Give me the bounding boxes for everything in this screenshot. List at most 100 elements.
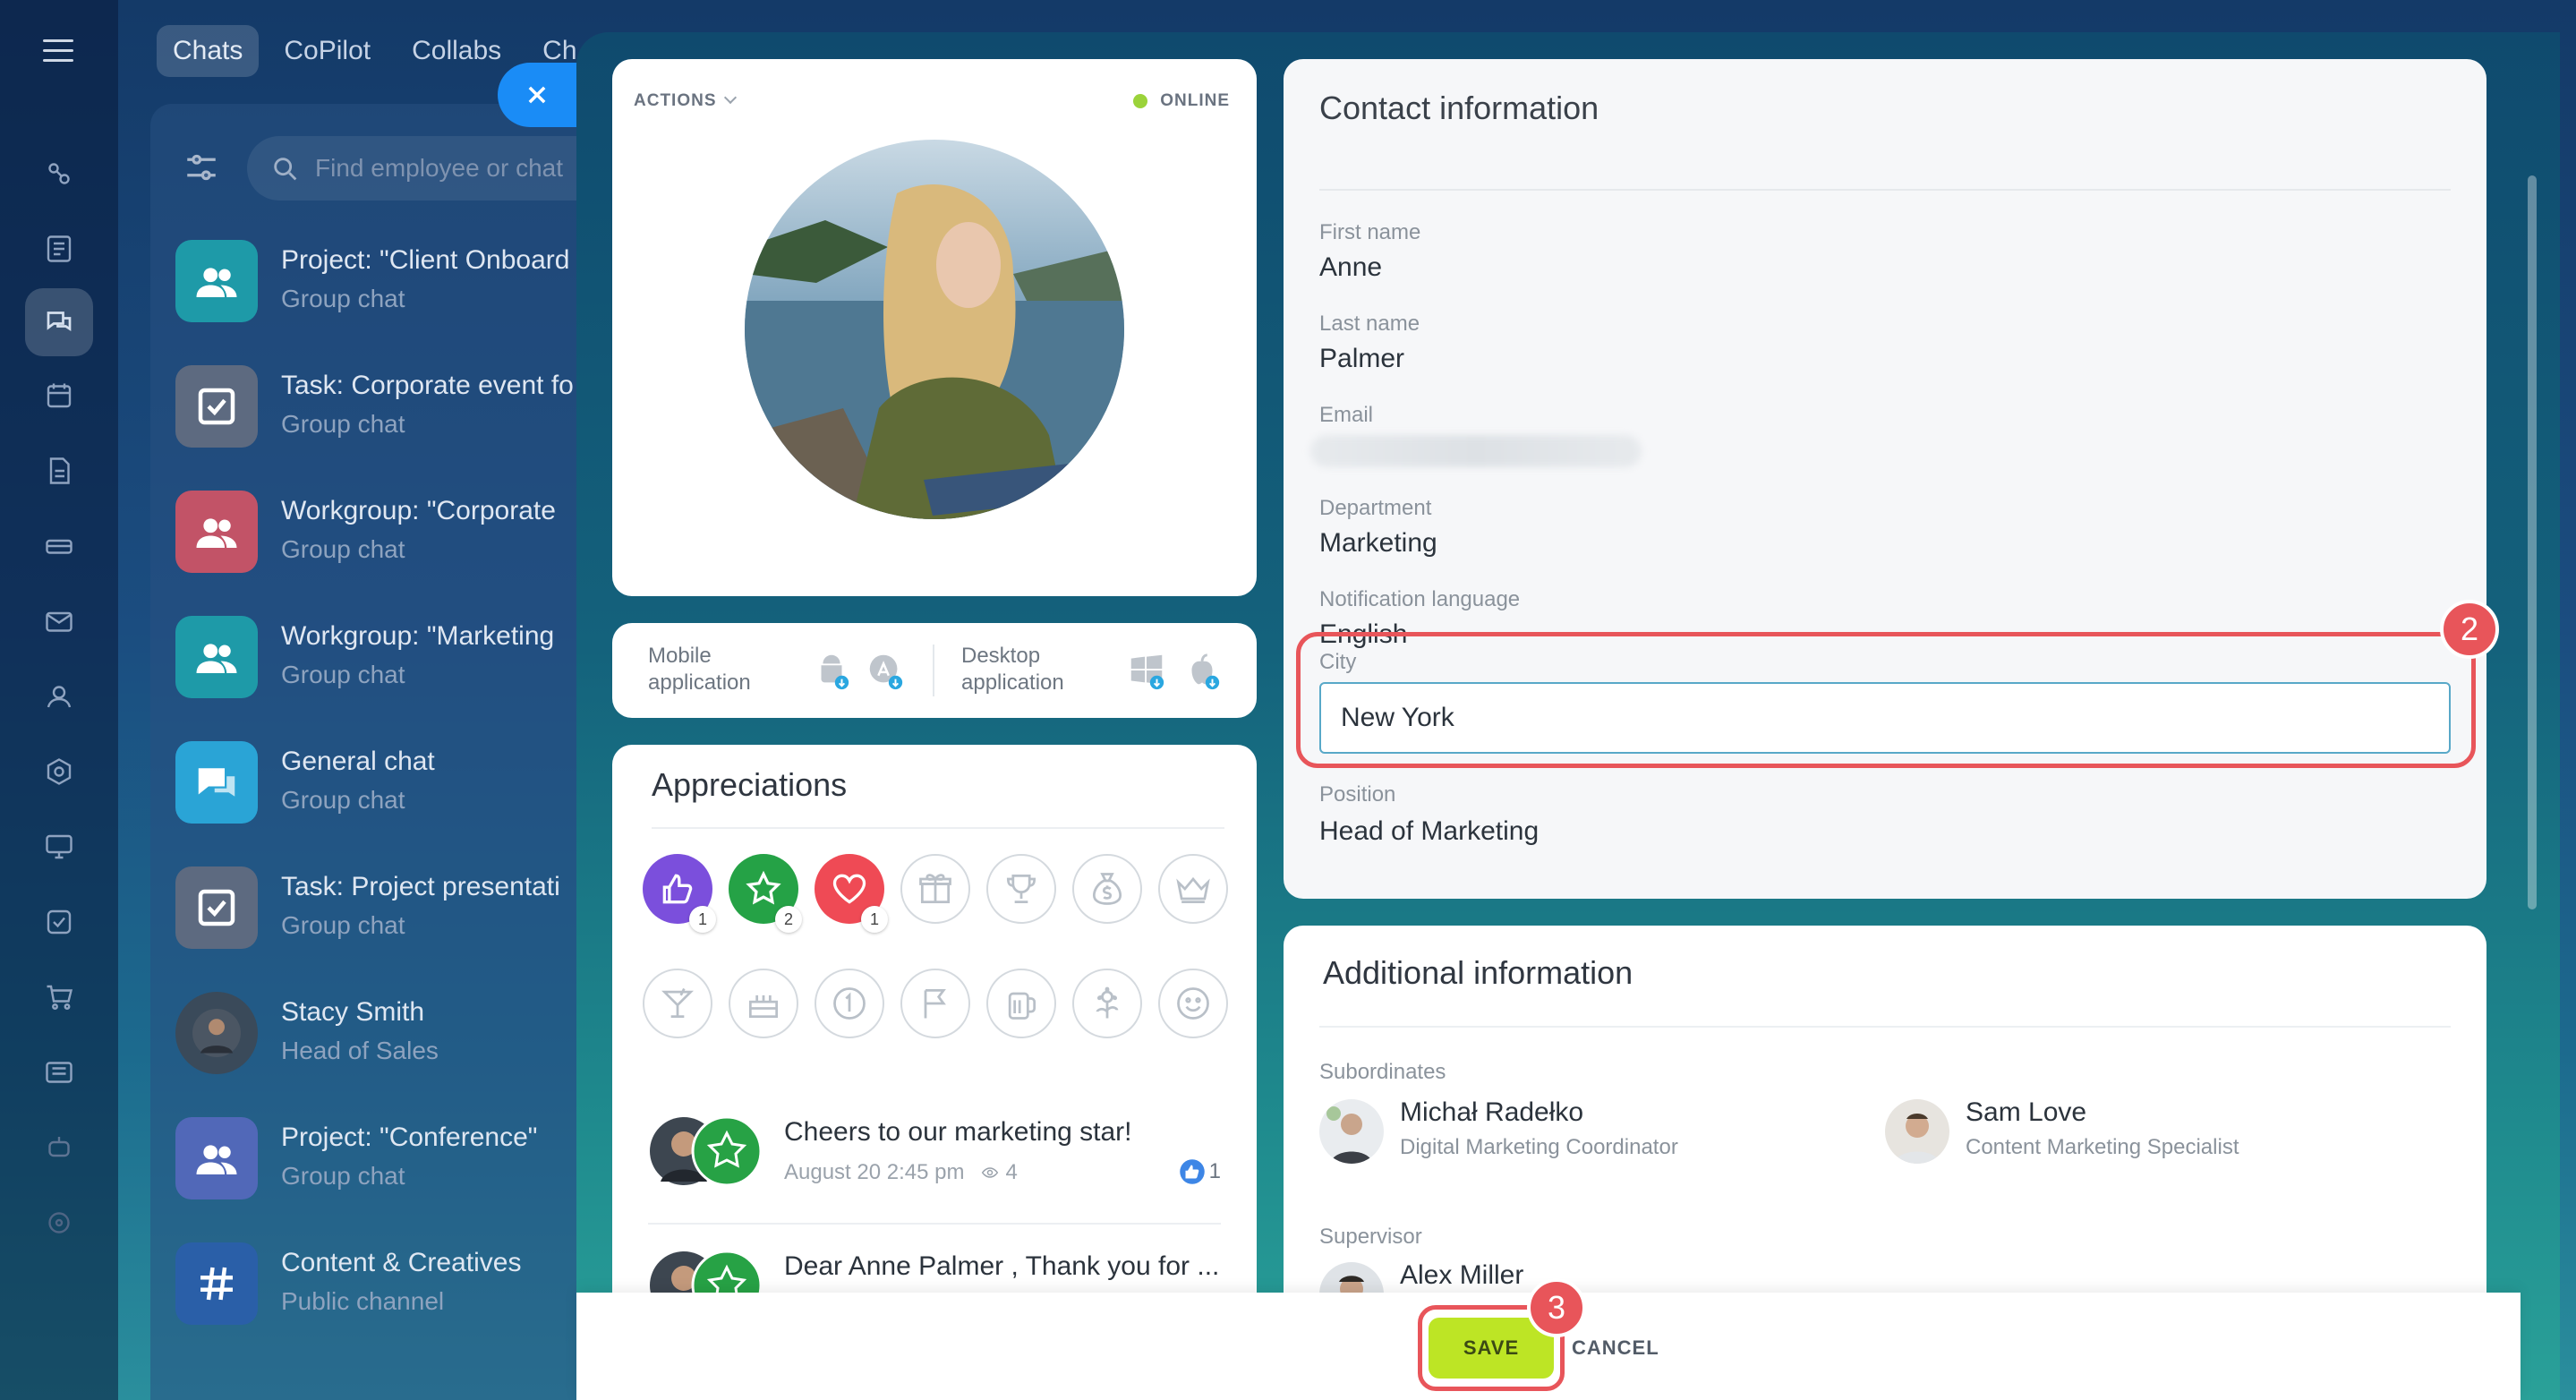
group-icon [196, 644, 237, 673]
filter-icon[interactable] [183, 149, 220, 186]
checkbox-icon[interactable] [25, 888, 93, 956]
subordinate-name: Michał Radełko [1400, 1097, 1584, 1127]
gift-icon [919, 874, 951, 904]
calendar-icon[interactable] [25, 362, 93, 430]
heart-icon [832, 874, 866, 904]
menu-icon[interactable] [43, 39, 73, 63]
money-bag-badge[interactable] [1072, 854, 1142, 924]
actions-label: ACTIONS [634, 91, 717, 110]
beer-icon [1008, 992, 1036, 1020]
app-store-icon[interactable] [865, 650, 906, 691]
heart-badge[interactable]: 1 [815, 854, 888, 933]
desktop-app-label-line2: application [961, 670, 1064, 695]
position-value[interactable]: Head of Marketing [1319, 816, 1539, 847]
employees-icon[interactable] [25, 662, 93, 730]
post-likes[interactable]: 1 [1179, 1158, 1221, 1185]
mobile-app-label-line2: application [648, 670, 751, 695]
search-icon [274, 158, 297, 181]
mail-icon[interactable] [25, 587, 93, 655]
appreciation-post[interactable]: Cheers to our marketing star! August 20 2… [648, 1106, 1221, 1205]
smile-badge[interactable] [1158, 969, 1228, 1038]
hexagon-icon[interactable] [25, 738, 93, 806]
chat-avatar [175, 1117, 258, 1199]
bot-icon[interactable] [25, 1114, 93, 1182]
city-input[interactable] [1319, 682, 2451, 754]
chat-avatar [175, 1242, 258, 1325]
apps-card: Mobile application Desktop application [612, 623, 1257, 718]
chat-avatar [175, 491, 258, 573]
chat-title: Task: Corporate event fo [281, 371, 574, 400]
tab-copilot[interactable]: CoPilot [268, 25, 387, 77]
apple-icon[interactable] [1181, 650, 1223, 691]
online-dot-icon [1133, 94, 1148, 108]
chat-title: Stacy Smith [281, 997, 425, 1027]
additional-info-title: Additional information [1323, 954, 1633, 991]
thumbs-up-badge[interactable]: 1 [643, 854, 716, 933]
step-marker-3: 3 [1527, 1278, 1586, 1337]
settings-icon[interactable] [25, 1189, 93, 1257]
beer-badge[interactable] [986, 969, 1056, 1038]
first-name-value[interactable]: Anne [1319, 252, 1382, 283]
department-value[interactable]: Marketing [1319, 528, 1437, 559]
cake-badge[interactable] [729, 969, 798, 1038]
status-badge: ONLINE [1133, 91, 1230, 111]
star-icon [746, 870, 781, 905]
chat-avatar [175, 240, 258, 322]
chat-subtitle: Group chat [281, 786, 405, 814]
post-date: August 20 2:45 pm [784, 1160, 965, 1184]
badge-count: 1 [689, 906, 716, 933]
chat-subtitle: Group chat [281, 1162, 405, 1190]
cocktail-badge[interactable] [643, 969, 712, 1038]
tab-collabs[interactable]: Collabs [396, 25, 517, 77]
post-views: 4 [1005, 1160, 1018, 1184]
cake-icon [748, 995, 779, 1019]
windows-icon[interactable] [1126, 650, 1167, 691]
drive-icon[interactable] [25, 512, 93, 580]
desktop-app-label-line1: Desktop [961, 644, 1041, 668]
crown-badge[interactable] [1158, 854, 1228, 924]
chat-icon [198, 768, 235, 797]
star-badge[interactable]: 2 [729, 854, 802, 933]
number-one-badge[interactable] [815, 969, 884, 1038]
subordinate-item[interactable]: Michał Radełko Digital Marketing Coordin… [1319, 1096, 1821, 1167]
subordinates-label: Subordinates [1319, 1060, 1446, 1084]
close-slider-button[interactable] [498, 63, 587, 127]
chat-subtitle: Head of Sales [281, 1037, 439, 1064]
flag-badge[interactable] [900, 969, 970, 1038]
android-icon[interactable] [811, 650, 852, 691]
post-avatars [648, 1115, 764, 1187]
scrollbar[interactable] [2528, 175, 2537, 909]
trophy-badge[interactable] [986, 854, 1056, 924]
chat-avatar [175, 741, 258, 824]
cancel-button[interactable]: CANCEL [1572, 1318, 1659, 1379]
screen-icon[interactable] [25, 813, 93, 881]
chat-subtitle: Group chat [281, 535, 405, 563]
eye-icon [964, 1160, 1005, 1184]
chat-title: Task: Project presentati [281, 872, 560, 901]
crown-icon [1176, 876, 1210, 904]
email-label: Email [1319, 403, 1374, 427]
chats-icon[interactable] [25, 288, 93, 356]
documents-icon[interactable] [25, 437, 93, 505]
subordinate-item[interactable]: Sam Love Content Marketing Specialist [1885, 1096, 2386, 1167]
supervisor-name: Alex Miller [1400, 1260, 1524, 1290]
cart-icon[interactable] [25, 963, 93, 1031]
news-icon[interactable] [25, 1038, 93, 1106]
position-label: Position [1319, 782, 1396, 807]
tab-chats[interactable]: Chats [157, 25, 260, 77]
feed-icon[interactable] [25, 140, 93, 208]
profile-card: ACTIONS ONLINE [612, 59, 1257, 596]
chat-title: Project: "Conference" [281, 1123, 538, 1152]
email-value-redacted[interactable] [1310, 435, 1642, 467]
flower-badge[interactable] [1072, 969, 1142, 1038]
subordinate-title: Digital Marketing Coordinator [1400, 1135, 1678, 1159]
mobile-app-label-line1: Mobile [648, 644, 712, 668]
profile-photo[interactable] [745, 140, 1124, 519]
notification-language-label: Notification language [1319, 587, 1521, 611]
actions-dropdown[interactable]: ACTIONS [634, 90, 737, 111]
gift-badge[interactable] [900, 854, 970, 924]
last-name-value[interactable]: Palmer [1319, 344, 1404, 374]
trophy-icon [1006, 874, 1036, 904]
group-icon [196, 268, 237, 297]
tasks-icon[interactable] [25, 215, 93, 283]
